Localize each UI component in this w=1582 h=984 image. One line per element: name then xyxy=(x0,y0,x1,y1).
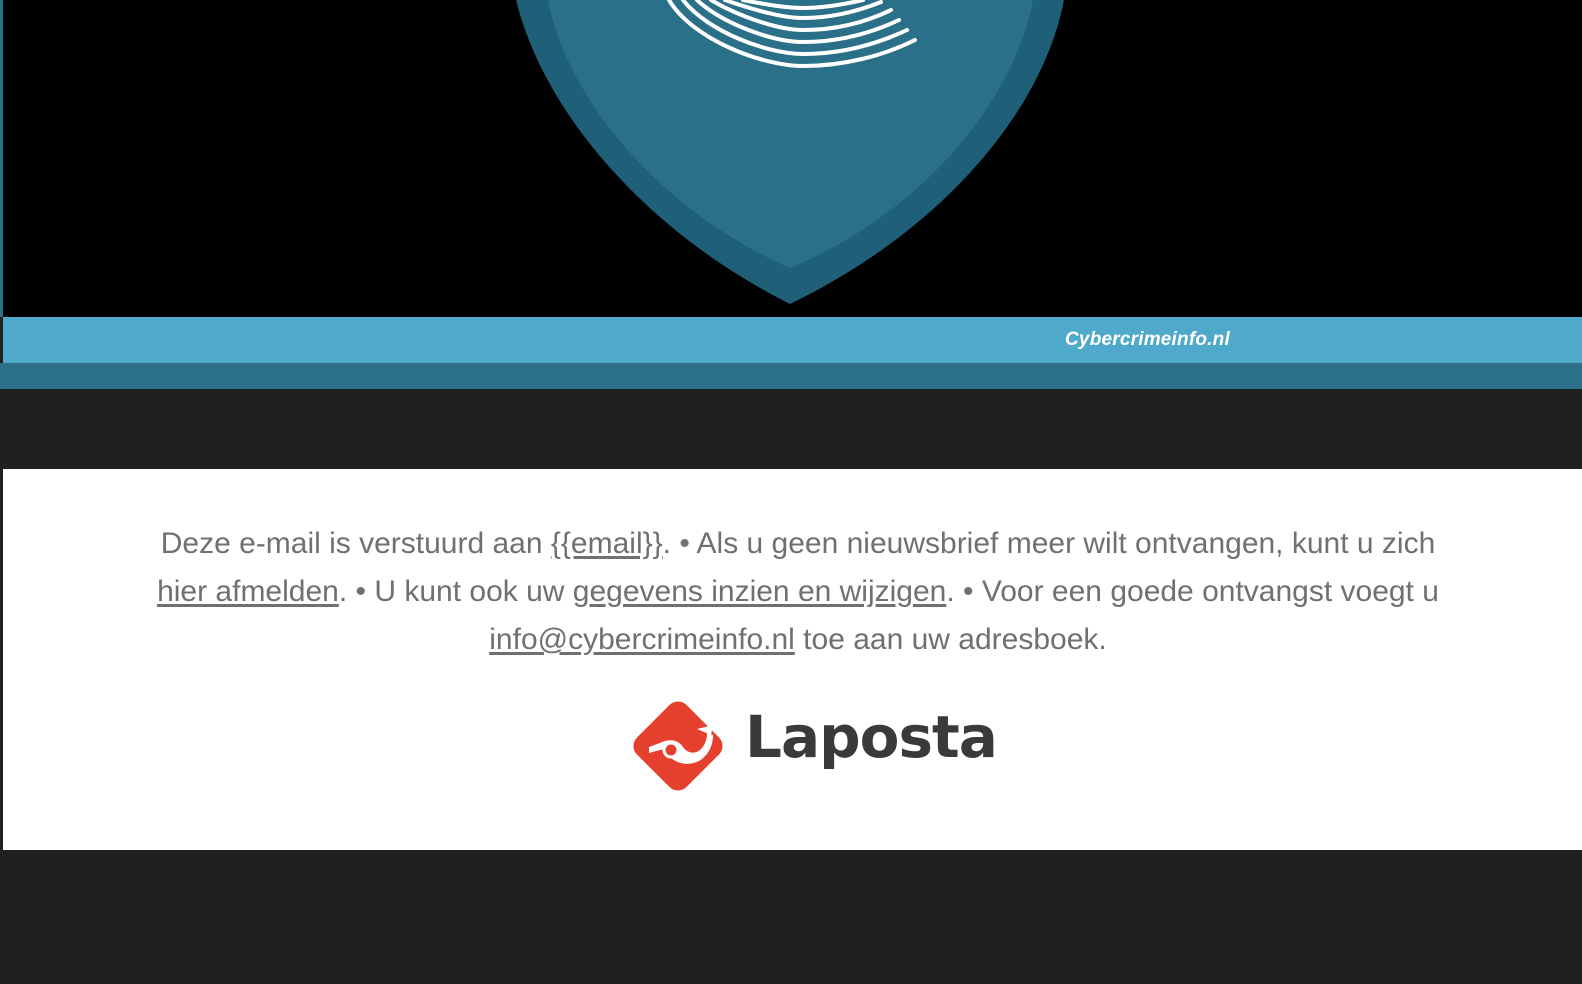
laposta-logo[interactable]: Laposta xyxy=(627,695,998,797)
profile-link[interactable]: gegevens inzien en wijzigen xyxy=(573,575,947,608)
site-tagline: Cybercrimeinfo.nl xyxy=(1065,329,1230,350)
post-horn-icon xyxy=(633,701,723,791)
footer-notice: Deze e-mail is verstuurd aan {{email}}. … xyxy=(133,520,1463,664)
footer-text-4: . • Voor een goede ontvangst voegt u xyxy=(946,575,1439,608)
unsubscribe-link[interactable]: hier afmelden xyxy=(157,575,339,608)
email-placeholder-link[interactable]: {{email}} xyxy=(551,527,663,560)
shield-logo-graphic xyxy=(516,0,1064,304)
address-link[interactable]: info@cybercrimeinfo.nl xyxy=(489,623,795,656)
hero-banner xyxy=(3,0,1582,317)
divider-band xyxy=(0,363,1582,389)
laposta-wordmark: Laposta xyxy=(745,703,998,771)
email-page: Cybercrimeinfo.nl Deze e-mail is verstuu… xyxy=(0,0,1582,984)
tagline-band: Cybercrimeinfo.nl xyxy=(3,317,1582,363)
hero-left-edge xyxy=(0,0,3,317)
footer-text-5: toe aan uw adresboek. xyxy=(794,623,1107,656)
footer-text-2: . • Als u geen nieuwsbrief meer wilt ont… xyxy=(662,527,1436,560)
email-footer: Deze e-mail is verstuurd aan {{email}}. … xyxy=(3,469,1582,850)
footer-text-3: . • U kunt ook uw xyxy=(338,575,573,608)
footer-text-1: Deze e-mail is verstuurd aan xyxy=(160,527,551,560)
